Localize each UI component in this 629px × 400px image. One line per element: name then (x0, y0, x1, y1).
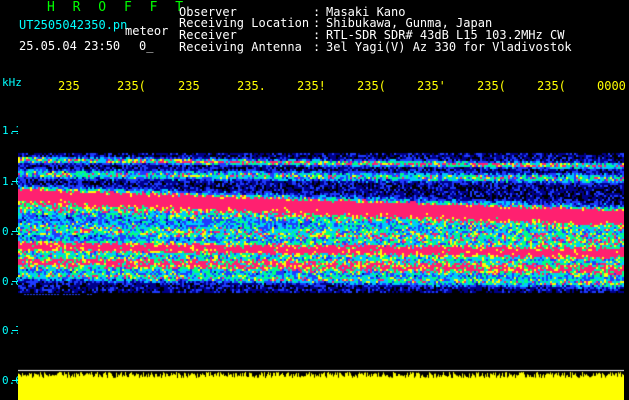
waterfall-spectrogram (18, 93, 624, 400)
